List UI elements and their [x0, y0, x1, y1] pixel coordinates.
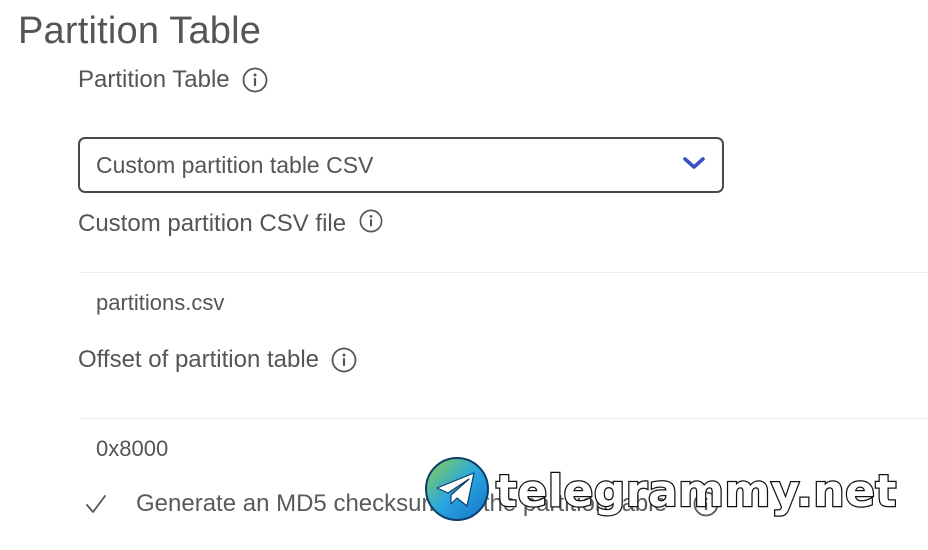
custom-csv-field-label: Custom partition CSV file [78, 208, 384, 238]
custom-csv-input[interactable]: partitions.csv [80, 272, 928, 332]
offset-value: 0x8000 [96, 435, 169, 461]
offset-field-label: Offset of partition table [78, 346, 357, 374]
section-title: Partition Table [18, 10, 262, 52]
partition-table-label: Partition Table [78, 66, 230, 93]
offset-label: Offset of partition table [78, 346, 320, 373]
info-icon[interactable] [693, 491, 719, 517]
info-icon[interactable] [358, 208, 384, 234]
partition-table-field-label: Partition Table [78, 66, 268, 94]
md5-checkbox-row: Generate an MD5 checksum for the partiti… [82, 490, 719, 518]
md5-label: Generate an MD5 checksum for the partiti… [136, 490, 667, 517]
offset-input[interactable]: 0x8000 [80, 418, 928, 478]
chevron-down-icon [682, 155, 706, 176]
partition-table-settings: Partition Table Partition Table Custom p… [0, 0, 928, 550]
custom-csv-label: Custom partition CSV file [78, 210, 347, 237]
info-icon[interactable] [242, 67, 268, 93]
md5-checkbox[interactable] [82, 490, 110, 518]
custom-csv-value: partitions.csv [96, 289, 225, 315]
info-icon[interactable] [331, 347, 357, 373]
partition-table-select[interactable]: Custom partition table CSV [78, 137, 724, 193]
partition-table-select-value: Custom partition table CSV [96, 151, 374, 178]
checkmark-icon [86, 495, 106, 513]
